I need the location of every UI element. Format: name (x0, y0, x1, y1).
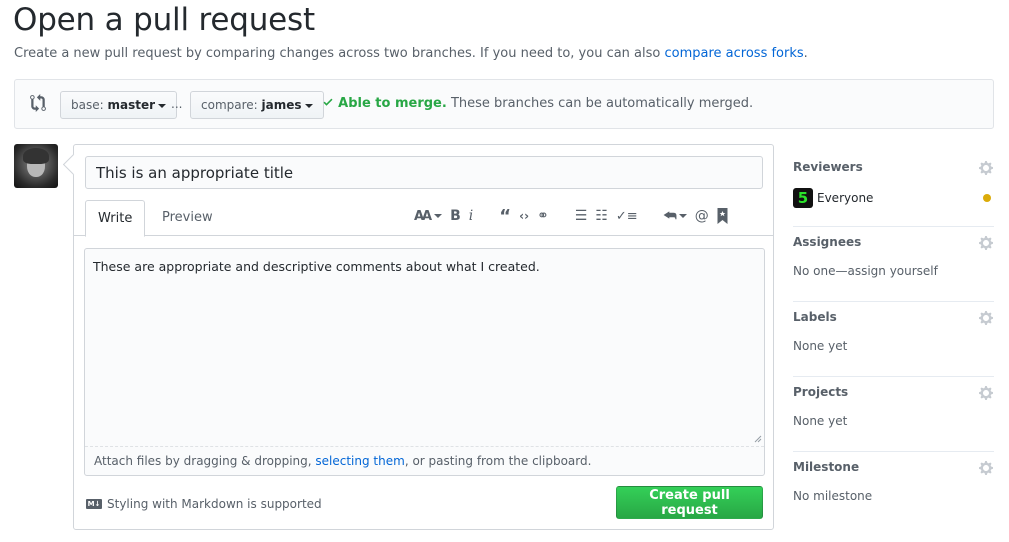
milestone-value: No milestone (793, 489, 873, 503)
sidebar-labels: Labels None yet (793, 302, 994, 377)
sidebar-milestone: Milestone No milestone (793, 452, 994, 527)
branch-range-editor: base: master ... compare: james Able to … (14, 79, 994, 129)
gear-icon[interactable] (978, 460, 994, 476)
git-compare-icon (30, 94, 46, 112)
ordered-list-icon[interactable]: ☷ (595, 206, 608, 226)
base-branch-select[interactable]: base: master (60, 91, 178, 119)
comment-editor: These are appropriate and descriptive co… (84, 248, 765, 476)
sidebar-projects: Projects None yet (793, 377, 994, 452)
comment-body-textarea[interactable]: These are appropriate and descriptive co… (85, 249, 764, 446)
subtitle-end: . (803, 46, 808, 61)
mention-icon[interactable]: @ (695, 206, 709, 226)
projects-heading[interactable]: Projects (793, 385, 848, 399)
milestone-heading[interactable]: Milestone (793, 460, 859, 474)
merge-status-label: Able to merge. (338, 96, 447, 111)
labels-value: None yet (793, 339, 848, 353)
markdown-toolbar: AA B i “ ‹› ⚭ ☰ ☷ ✓≡ ⮪ @ (414, 205, 736, 227)
range-dots: ... (171, 97, 183, 111)
projects-value: None yet (793, 414, 848, 428)
task-list-icon[interactable]: ✓≡ (616, 206, 638, 226)
page-title: Open a pull request (13, 2, 315, 38)
caret-down-icon (304, 103, 313, 108)
pending-review-status-icon (983, 194, 991, 202)
markdown-support-note[interactable]: M↓ Styling with Markdown is supported (86, 497, 322, 511)
avatar-hair (23, 148, 49, 164)
markdown-icon: M↓ (86, 499, 102, 509)
compare-value: james (261, 98, 302, 112)
labels-heading[interactable]: Labels (793, 310, 837, 324)
reviewer-item[interactable]: 5 Everyone (793, 188, 873, 208)
compare-branch-select[interactable]: compare: james (190, 91, 324, 119)
base-label: base: (71, 98, 104, 112)
reviewer-name: Everyone (817, 191, 874, 205)
quote-icon[interactable]: “ (499, 206, 511, 227)
link-icon[interactable]: ⚭ (537, 206, 549, 226)
sidebar-reviewers: Reviewers 5 Everyone (793, 152, 994, 227)
check-icon (323, 98, 333, 106)
create-pull-request-button[interactable]: Create pull request (616, 486, 763, 519)
tab-write[interactable]: Write (85, 200, 146, 237)
caret-down-icon (158, 103, 167, 108)
subtitle-text: Create a new pull request by comparing c… (14, 46, 665, 61)
file-attach-area[interactable]: Attach files by dragging & dropping, sel… (85, 446, 764, 475)
compare-label: compare: (201, 98, 258, 112)
text-size-icon[interactable]: AA (414, 206, 443, 226)
assignees-value[interactable]: No one—assign yourself (793, 264, 938, 278)
assignees-heading[interactable]: Assignees (793, 235, 861, 249)
gear-icon[interactable] (978, 310, 994, 326)
code-icon[interactable]: ‹› (519, 206, 529, 226)
sidebar: Reviewers 5 Everyone Assignees No one—ass… (793, 152, 994, 527)
attach-suffix: , or pasting from the clipboard. (404, 454, 592, 468)
merge-status: Able to merge. These branches can be aut… (322, 96, 753, 111)
reviewer-avatar: 5 (793, 188, 813, 208)
gear-icon[interactable] (978, 160, 994, 176)
saved-reply-icon[interactable] (717, 206, 728, 226)
markdown-note-text: Styling with Markdown is supported (107, 497, 322, 511)
reviewers-heading[interactable]: Reviewers (793, 160, 863, 174)
base-value: master (107, 98, 156, 112)
resize-handle-icon[interactable] (754, 435, 762, 443)
bold-icon[interactable]: B (450, 206, 461, 226)
page-subtitle: Create a new pull request by comparing c… (14, 46, 808, 61)
gear-icon[interactable] (978, 385, 994, 401)
tab-preview[interactable]: Preview (150, 200, 225, 237)
attach-prefix: Attach files by dragging & dropping, (94, 454, 316, 468)
user-avatar[interactable] (14, 144, 58, 188)
title-input[interactable] (85, 156, 763, 189)
gear-icon[interactable] (978, 235, 994, 251)
select-files-link[interactable]: selecting them (315, 454, 404, 468)
compare-across-forks-link[interactable]: compare across forks (665, 46, 804, 61)
italic-icon[interactable]: i (469, 206, 473, 226)
merge-status-message: These branches can be automatically merg… (446, 96, 754, 111)
unordered-list-icon[interactable]: ☰ (575, 206, 588, 226)
reply-icon[interactable]: ⮪ (664, 206, 687, 226)
sidebar-assignees: Assignees No one—assign yourself (793, 227, 994, 302)
pull-request-form: Write Preview AA B i “ ‹› ⚭ ☰ ☷ ✓≡ ⮪ @ T… (73, 144, 774, 530)
